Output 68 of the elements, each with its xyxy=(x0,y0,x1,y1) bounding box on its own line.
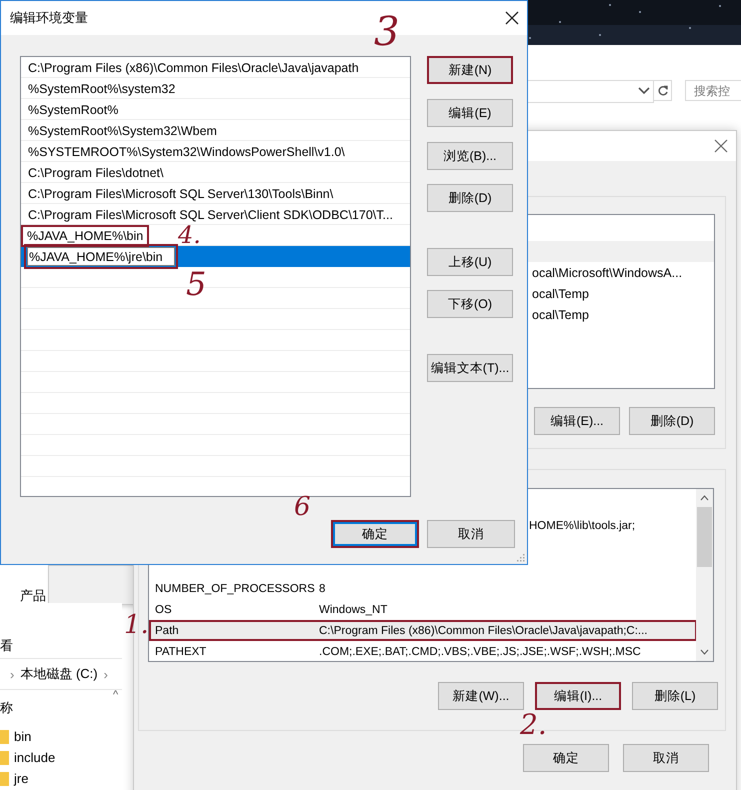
edit-button[interactable]: 编辑(I)... xyxy=(535,682,621,710)
path-entry: C:\Program Files\dotnet\ xyxy=(28,166,164,180)
list-row[interactable]: NUMBER_OF_PROCESSORS 8 xyxy=(149,578,697,599)
file-name[interactable]: bin xyxy=(14,729,32,744)
annotation-number: 3 xyxy=(374,12,400,52)
edit-button[interactable]: 编辑(E) xyxy=(427,99,513,127)
variable-name: OS xyxy=(154,604,173,616)
edit-field[interactable]: %JAVA_HOME%\jre\bin xyxy=(27,247,175,266)
annotation-number: 6 xyxy=(294,494,311,520)
variable-name: NUMBER_OF_PROCESSORS xyxy=(154,582,316,594)
folder-icon xyxy=(0,772,9,786)
menu-item[interactable]: 产品 xyxy=(20,587,48,605)
scroll-up-icon[interactable] xyxy=(700,495,709,501)
path-entry: %SYSTEMROOT%\System32\WindowsPowerShell\v1.0\ xyxy=(28,144,345,158)
annotation-number: 1. xyxy=(124,612,149,638)
file-name[interactable]: jre xyxy=(14,771,28,786)
path-entry: %SystemRoot%\system32 xyxy=(28,82,176,96)
browse-button[interactable]: 浏览(B)... xyxy=(427,142,513,170)
breadcrumb-separator: › xyxy=(10,666,14,682)
edit-text-button[interactable]: 编辑文本(T)... xyxy=(427,354,513,382)
ok-button[interactable]: 确定 xyxy=(331,520,419,548)
variable-value: .COM;.EXE;.BAT;.CMD;.VBS;.VBE;.JS;.JSE;.WSF;.WSH;.MSC xyxy=(319,646,641,658)
new-button[interactable]: 新建(N) xyxy=(427,56,513,84)
delete-button[interactable]: 删除(D) xyxy=(427,184,513,212)
resize-grip-icon[interactable] xyxy=(515,552,525,562)
sort-caret[interactable]: ^ xyxy=(113,689,118,701)
folder-icon xyxy=(0,750,9,764)
cancel-button[interactable]: 取消 xyxy=(427,520,515,548)
variable-value: C:\Program Files (x86)\Common Files\Oracle\Java\javapath;C:... xyxy=(319,624,648,636)
variable-name: PATHEXT xyxy=(154,646,208,658)
close-icon[interactable] xyxy=(505,11,519,25)
annotation-number: 4. xyxy=(178,223,201,247)
cancel-button[interactable]: 取消 xyxy=(623,744,709,772)
scroll-down-icon[interactable] xyxy=(700,649,709,655)
search-field[interactable]: 搜索控 xyxy=(685,80,741,101)
delete-button[interactable]: 删除(D) xyxy=(629,407,715,435)
annotation-number: 5 xyxy=(186,268,206,300)
move-down-button[interactable]: 下移(O) xyxy=(427,290,513,318)
annotation-number: 2. xyxy=(520,711,547,739)
path-entry: C:\Program Files\Microsoft SQL Server\Client SDK\ODBC\170\T... xyxy=(28,208,393,222)
breadcrumb-item[interactable]: 本地磁盘 (C:) xyxy=(20,665,98,683)
file-name[interactable]: include xyxy=(14,750,56,765)
folder-icon xyxy=(0,730,9,744)
edit-button[interactable]: 编辑(E)... xyxy=(534,407,620,435)
path-entry: %JAVA_HOME%\bin xyxy=(23,226,148,244)
list-row[interactable]: %JAVA_HOME%\jre\bin xyxy=(21,246,410,267)
new-button[interactable]: 新建(W)... xyxy=(438,682,524,710)
scrollbar[interactable] xyxy=(696,489,713,661)
view-menu[interactable]: 看 xyxy=(0,637,13,655)
delete-button[interactable]: 删除(L) xyxy=(632,682,718,710)
list-row[interactable]: PATHEXT .COM;.EXE;.BAT;.CMD;.VBS;.VBE;.JS;.JSE;.WSF;.WSH;.MSC xyxy=(149,641,697,661)
move-up-button[interactable]: 上移(U) xyxy=(427,248,513,276)
variable-value: Windows_NT xyxy=(319,604,388,616)
path-entry: C:\Program Files\Microsoft SQL Server\130\Tools\Binn\ xyxy=(28,186,334,200)
column-header[interactable]: 称 xyxy=(0,699,13,717)
chevron-down-icon[interactable] xyxy=(638,87,650,95)
refresh-icon xyxy=(656,84,668,96)
list-row[interactable]: Path C:\Program Files (x86)\Common Files\Oracle\Java\javapath;C:... xyxy=(149,620,697,641)
variable-value: 8 xyxy=(319,582,326,594)
breadcrumb-separator: › xyxy=(104,666,108,682)
refresh-button[interactable] xyxy=(653,80,672,101)
path-entry: C:\Program Files (x86)\Common Files\Oracle\Java\javapath xyxy=(28,60,359,74)
path-entry: %SystemRoot%\System32\Wbem xyxy=(28,124,217,138)
variable-name: Path xyxy=(154,624,180,636)
ok-button[interactable]: 确定 xyxy=(523,744,609,772)
dialog-title: 编辑环境变量 xyxy=(10,9,88,27)
list-row[interactable]: OS Windows_NT xyxy=(149,599,697,620)
path-entry: %SystemRoot% xyxy=(28,102,118,116)
